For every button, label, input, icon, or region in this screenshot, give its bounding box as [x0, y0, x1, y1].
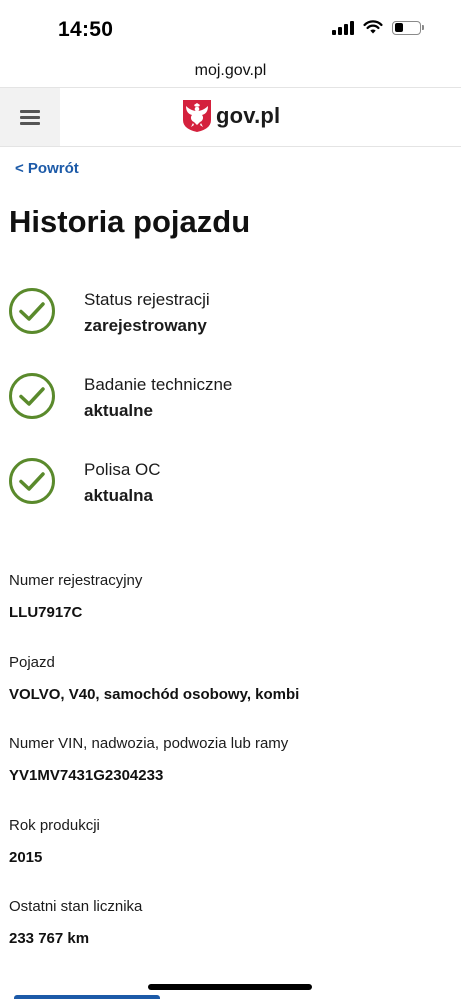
- detail-value-odometer: 233 767 km: [9, 930, 90, 947]
- detail-label-odometer: Ostatni stan licznika: [9, 898, 143, 915]
- status-label: Polisa OC: [84, 460, 161, 479]
- brand-logo[interactable]: gov.pl: [182, 99, 280, 133]
- status-value: zarejestrowany: [84, 316, 207, 335]
- battery-icon: [392, 20, 424, 35]
- cellular-signal-icon: [332, 20, 354, 35]
- detail-label-production-year: Rok produkcji: [9, 817, 100, 834]
- status-item-registration: Status rejestracji zarejestrowany: [8, 287, 448, 339]
- polish-eagle-icon: [183, 100, 211, 132]
- wifi-icon: [363, 20, 383, 34]
- detail-value-vin: YV1MV7431G2304233: [9, 767, 164, 784]
- check-circle-icon: [9, 458, 55, 504]
- site-header: gov.pl: [0, 87, 461, 147]
- page-title: Historia pojazdu: [9, 204, 251, 239]
- status-item-inspection: Badanie techniczne aktualne: [8, 372, 448, 424]
- hamburger-icon: [20, 107, 40, 128]
- status-label: Badanie techniczne: [84, 375, 233, 394]
- detail-label-registration-number: Numer rejestracyjny: [9, 572, 143, 589]
- menu-button[interactable]: [0, 88, 60, 146]
- detail-value-vehicle: VOLVO, V40, samochód osobowy, kombi: [9, 686, 300, 703]
- brand-name: gov.pl: [216, 103, 281, 128]
- check-circle-icon: [9, 288, 55, 334]
- status-value: aktualne: [84, 401, 153, 420]
- detail-value-registration-number: LLU7917C: [9, 604, 83, 621]
- status-bar: 14:50: [0, 0, 461, 56]
- status-item-insurance: Polisa OC aktualna: [8, 457, 448, 509]
- back-link[interactable]: < Powrót: [15, 160, 79, 177]
- address-bar[interactable]: moj.gov.pl: [0, 56, 461, 86]
- detail-label-vehicle: Pojazd: [9, 654, 55, 671]
- status-time: 14:50: [58, 18, 114, 41]
- status-icons: [332, 20, 424, 35]
- check-circle-icon: [9, 373, 55, 419]
- detail-label-vin: Numer VIN, nadwozia, podwozia lub ramy: [9, 735, 289, 752]
- detail-value-production-year: 2015: [9, 849, 43, 866]
- status-label: Status rejestracji: [84, 290, 210, 309]
- home-indicator[interactable]: [148, 984, 312, 990]
- partial-button[interactable]: [14, 995, 160, 999]
- status-value: aktualna: [84, 486, 153, 505]
